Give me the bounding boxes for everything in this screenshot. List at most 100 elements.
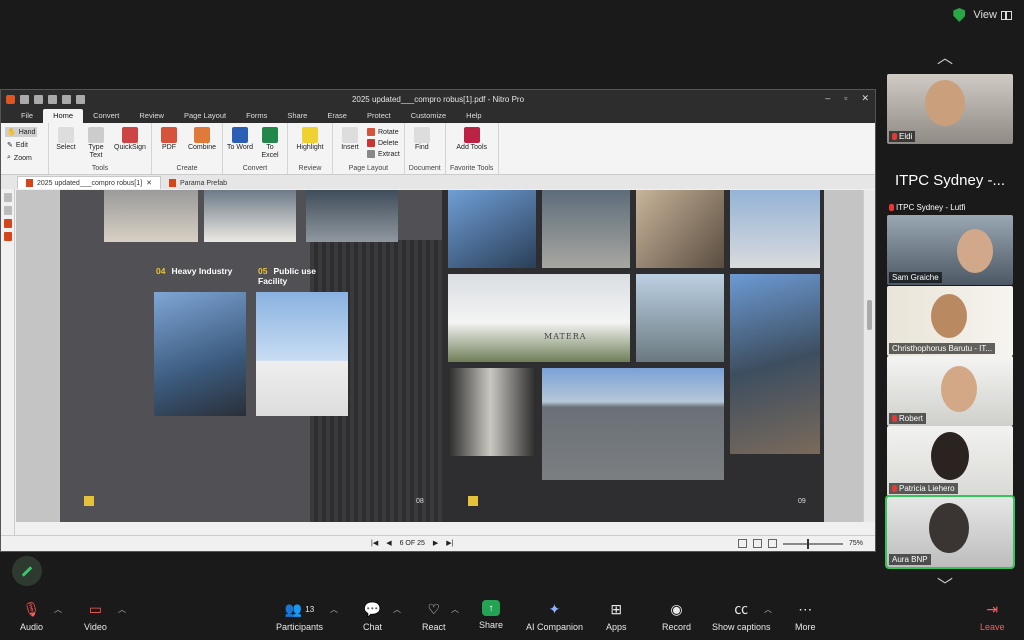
tab-page-layout[interactable]: Page Layout bbox=[174, 109, 236, 123]
zoom-tool[interactable]: ⌕ Zoom bbox=[5, 153, 37, 163]
rotate-button[interactable]: Rotate bbox=[367, 128, 400, 136]
apps-button[interactable]: ⊞ Apps bbox=[606, 600, 627, 633]
participants-button[interactable]: 👥 13 Participants bbox=[276, 600, 323, 633]
chevron-up-icon[interactable]: ︿ bbox=[937, 44, 953, 68]
participant-label: Eldi bbox=[889, 131, 916, 142]
select-button[interactable]: Select bbox=[53, 125, 79, 152]
chevron-down-icon[interactable]: ﹀ bbox=[937, 572, 953, 596]
leave-button[interactable]: ⇥ Leave bbox=[980, 600, 1005, 633]
bookmarks-icon[interactable] bbox=[3, 206, 12, 215]
mic-muted-icon bbox=[889, 204, 894, 211]
tab-convert[interactable]: Convert bbox=[83, 109, 129, 123]
annotate-pencil-button[interactable] bbox=[12, 556, 42, 586]
quick-access-toolbar bbox=[1, 94, 85, 104]
photo-palm-building bbox=[256, 292, 348, 416]
redo-icon[interactable] bbox=[76, 94, 85, 104]
group-label-page-layout: Page Layout bbox=[348, 165, 389, 172]
add-tools-button[interactable]: Add Tools bbox=[450, 125, 494, 152]
chat-options-chevron-icon[interactable]: ︿ bbox=[393, 604, 401, 615]
status-bar: |◀ ◀ 6 OF 25 ▶ ▶| 75% bbox=[1, 535, 875, 551]
save-icon[interactable] bbox=[34, 94, 43, 104]
react-options-chevron-icon[interactable]: ︿ bbox=[451, 604, 459, 615]
record-button[interactable]: ◉ Record bbox=[662, 600, 691, 633]
next-page-icon[interactable]: ▶ bbox=[433, 539, 438, 547]
participant-tile-robert[interactable]: Robert bbox=[887, 356, 1013, 426]
captions-button[interactable]: ㏄ Show captions bbox=[712, 600, 771, 632]
edit-tool[interactable]: ✎ Edit bbox=[5, 140, 37, 150]
video-button[interactable]: ▭ Video bbox=[84, 600, 107, 633]
tab-erase[interactable]: Erase bbox=[317, 109, 357, 123]
facing-icon[interactable] bbox=[767, 539, 777, 548]
tab-review[interactable]: Review bbox=[129, 109, 174, 123]
vertical-scrollbar[interactable] bbox=[863, 190, 875, 522]
quicksign-button[interactable]: QuickSign bbox=[113, 125, 147, 152]
delete-button[interactable]: Delete bbox=[367, 139, 400, 147]
undo-icon[interactable] bbox=[62, 94, 71, 104]
participant-label: Sam Graiche bbox=[889, 272, 942, 283]
participants-count: 13 bbox=[305, 604, 315, 614]
open-icon[interactable] bbox=[20, 94, 29, 104]
minimize-icon[interactable]: – bbox=[825, 93, 830, 104]
highlight-button[interactable]: Highlight bbox=[292, 125, 328, 152]
print-icon[interactable] bbox=[48, 94, 57, 104]
to-excel-button[interactable]: To Excel bbox=[257, 125, 283, 160]
captions-options-chevron-icon[interactable]: ︿ bbox=[764, 604, 772, 615]
security-shield-icon[interactable] bbox=[953, 8, 966, 22]
participant-tile-christhophorus[interactable]: Christhophorus Barutu - IT... bbox=[887, 286, 1013, 356]
single-page-icon[interactable] bbox=[737, 539, 747, 548]
tab-home[interactable]: Home bbox=[43, 109, 84, 123]
tab-forms[interactable]: Forms bbox=[236, 109, 277, 123]
tab-customize[interactable]: Customize bbox=[401, 109, 456, 123]
zoom-slider[interactable] bbox=[782, 538, 843, 549]
first-page-icon[interactable]: |◀ bbox=[371, 539, 378, 547]
participant-tile-itpc-sydney[interactable]: ITPC Sydney -... ITPC Sydney - Lutfi bbox=[887, 146, 1013, 216]
to-word-button[interactable]: To Word bbox=[227, 125, 253, 152]
participant-tile-patricia[interactable]: Patricia Liehero bbox=[887, 426, 1013, 496]
scroll-thumb[interactable] bbox=[867, 300, 872, 330]
doc-tab-compro[interactable]: 2025 updated___compro robus[1] ✕ bbox=[17, 176, 161, 189]
pages-icon[interactable] bbox=[3, 193, 12, 202]
chat-button[interactable]: 💬 Chat bbox=[363, 600, 382, 633]
zoom-level[interactable]: 75% bbox=[849, 540, 863, 547]
close-tab-icon[interactable]: ✕ bbox=[146, 179, 152, 187]
hand-tool[interactable]: ✋ Hand bbox=[5, 127, 38, 137]
audio-button[interactable]: 🎙 Audio bbox=[20, 600, 43, 633]
logo-square bbox=[468, 496, 478, 506]
insert-button[interactable]: Insert bbox=[337, 125, 363, 152]
attachments-icon[interactable] bbox=[3, 219, 12, 228]
last-page-icon[interactable]: ▶| bbox=[446, 539, 453, 547]
participant-tile-sam[interactable]: Sam Graiche bbox=[887, 215, 1013, 285]
participant-tile-aura[interactable]: Aura BNP bbox=[885, 495, 1015, 569]
react-button[interactable]: ♡ React bbox=[422, 600, 446, 633]
doc-tab-parama[interactable]: Parama Prefab bbox=[161, 177, 235, 189]
more-button[interactable]: ⋯ More bbox=[795, 600, 816, 633]
page-indicator[interactable]: 6 OF 25 bbox=[400, 540, 425, 547]
pdf-viewer[interactable]: 04 Heavy Industry 05 Public use Facility 0… bbox=[16, 190, 864, 522]
view-button[interactable]: View bbox=[973, 9, 1012, 21]
participants-options-chevron-icon[interactable]: ︿ bbox=[330, 604, 338, 615]
combine-button[interactable]: Combine bbox=[186, 125, 218, 152]
extract-button[interactable]: Extract bbox=[367, 150, 400, 158]
more-icon: ⋯ bbox=[798, 600, 813, 617]
prev-page-icon[interactable]: ◀ bbox=[386, 539, 391, 547]
find-button[interactable]: Find bbox=[409, 125, 435, 152]
participant-face bbox=[931, 432, 969, 480]
close-window-icon[interactable]: ✕ bbox=[861, 93, 869, 104]
audio-options-chevron-icon[interactable]: ︿ bbox=[54, 604, 62, 615]
comments-icon[interactable] bbox=[3, 232, 12, 241]
type-text-button[interactable]: Type Text bbox=[83, 125, 109, 160]
photo-steel-structure bbox=[730, 274, 820, 454]
share-button[interactable]: ↑ Share bbox=[479, 600, 503, 630]
maximize-icon[interactable]: ▫ bbox=[844, 93, 847, 104]
matera-sign: MATERA bbox=[544, 332, 587, 341]
tab-help[interactable]: Help bbox=[456, 109, 491, 123]
video-options-chevron-icon[interactable]: ︿ bbox=[118, 604, 126, 615]
ai-companion-button[interactable]: ✦ AI Companion bbox=[526, 600, 583, 633]
tab-share[interactable]: Share bbox=[277, 109, 317, 123]
continuous-icon[interactable] bbox=[752, 539, 762, 548]
tab-protect[interactable]: Protect bbox=[357, 109, 401, 123]
participant-big-name: ITPC Sydney -... bbox=[894, 172, 1006, 189]
participant-tile-eldi[interactable]: Eldi bbox=[887, 74, 1013, 144]
pdf-button[interactable]: PDF bbox=[156, 125, 182, 152]
tab-file[interactable]: File bbox=[11, 109, 43, 123]
